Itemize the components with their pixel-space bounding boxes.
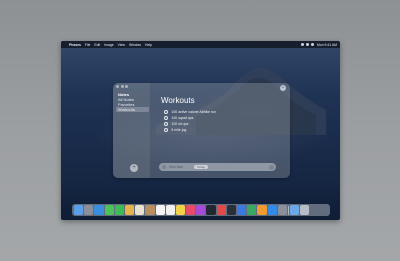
finder-icon[interactable] — [74, 205, 84, 215]
dock-separator — [287, 205, 289, 215]
sidebar: Notes All Notes Favorites Workouts + — [113, 83, 150, 178]
checkbox-icon[interactable] — [164, 127, 169, 133]
menu-edit[interactable]: Edit — [94, 43, 100, 47]
facetime-icon[interactable] — [114, 205, 124, 215]
sidebar-item-workouts[interactable]: Workouts — [116, 107, 149, 112]
stocks-icon[interactable] — [226, 205, 236, 215]
due-date-tag[interactable]: Today — [194, 165, 209, 169]
app-window: Notes All Notes Favorites Workouts + • W… — [113, 83, 290, 178]
menu-view[interactable]: View — [118, 43, 125, 47]
calendar-icon[interactable] — [155, 205, 165, 215]
battery-icon[interactable] — [306, 43, 310, 46]
settings-icon[interactable] — [277, 205, 287, 215]
new-task-input[interactable]: New task Today — [159, 163, 276, 171]
dock — [72, 204, 330, 216]
menu-image[interactable]: Image — [104, 43, 113, 47]
menu-file[interactable]: File — [85, 43, 90, 47]
add-icon[interactable] — [162, 165, 166, 169]
checkbox-icon[interactable] — [164, 115, 169, 121]
pages-icon[interactable] — [257, 205, 267, 215]
zoom-icon[interactable] — [125, 85, 128, 88]
contacts-icon[interactable] — [145, 205, 155, 215]
folder-icon[interactable] — [289, 205, 299, 215]
window-controls — [116, 85, 128, 88]
music-icon[interactable] — [186, 205, 196, 215]
settings-icon[interactable]: • — [280, 85, 286, 91]
news-icon[interactable] — [216, 205, 226, 215]
list-item[interactable]: 5 mile jog — [164, 127, 216, 133]
trash-icon[interactable] — [299, 205, 309, 215]
task-list: 100 active calorie Airbike run 100 squat… — [164, 109, 216, 133]
notes-icon[interactable] — [175, 205, 186, 215]
safari-icon[interactable] — [94, 205, 104, 215]
checkbox-icon[interactable] — [164, 121, 169, 127]
menu-help[interactable]: Help — [145, 43, 152, 47]
podcasts-icon[interactable] — [196, 205, 206, 215]
keynote-icon[interactable] — [237, 205, 247, 215]
sidebar-nav: Notes All Notes Favorites Workouts — [116, 92, 149, 112]
page-title: Workouts — [161, 96, 195, 105]
wifi-icon[interactable] — [301, 43, 305, 46]
new-task-placeholder: New task — [169, 165, 183, 169]
launchpad-icon[interactable] — [84, 205, 94, 215]
add-list-button[interactable]: + — [130, 164, 138, 172]
app-store-icon[interactable] — [267, 205, 277, 215]
minimize-icon[interactable] — [120, 85, 124, 88]
close-icon[interactable] — [116, 85, 119, 88]
submit-icon[interactable] — [269, 164, 274, 170]
checkbox-icon[interactable] — [164, 109, 169, 115]
numbers-icon[interactable] — [247, 205, 257, 215]
search-icon[interactable] — [311, 43, 315, 46]
reminders-icon[interactable] — [165, 205, 175, 215]
tv-icon[interactable] — [206, 205, 216, 215]
main-content: • Workouts 100 active calorie Airbike ru… — [150, 83, 290, 178]
menu-clock[interactable]: Mon 9:41 AM — [317, 43, 337, 47]
status-area: Mon 9:41 AM — [301, 41, 337, 48]
menu-app-name[interactable]: Phases — [69, 43, 81, 47]
messages-icon[interactable] — [104, 205, 114, 215]
photos-icon[interactable] — [135, 205, 145, 215]
plus-icon: + — [131, 164, 137, 171]
maps-icon[interactable] — [124, 205, 135, 215]
menu-bar: Phases File Edit Image View Window Help … — [61, 41, 340, 48]
menu-window[interactable]: Window — [129, 43, 141, 47]
